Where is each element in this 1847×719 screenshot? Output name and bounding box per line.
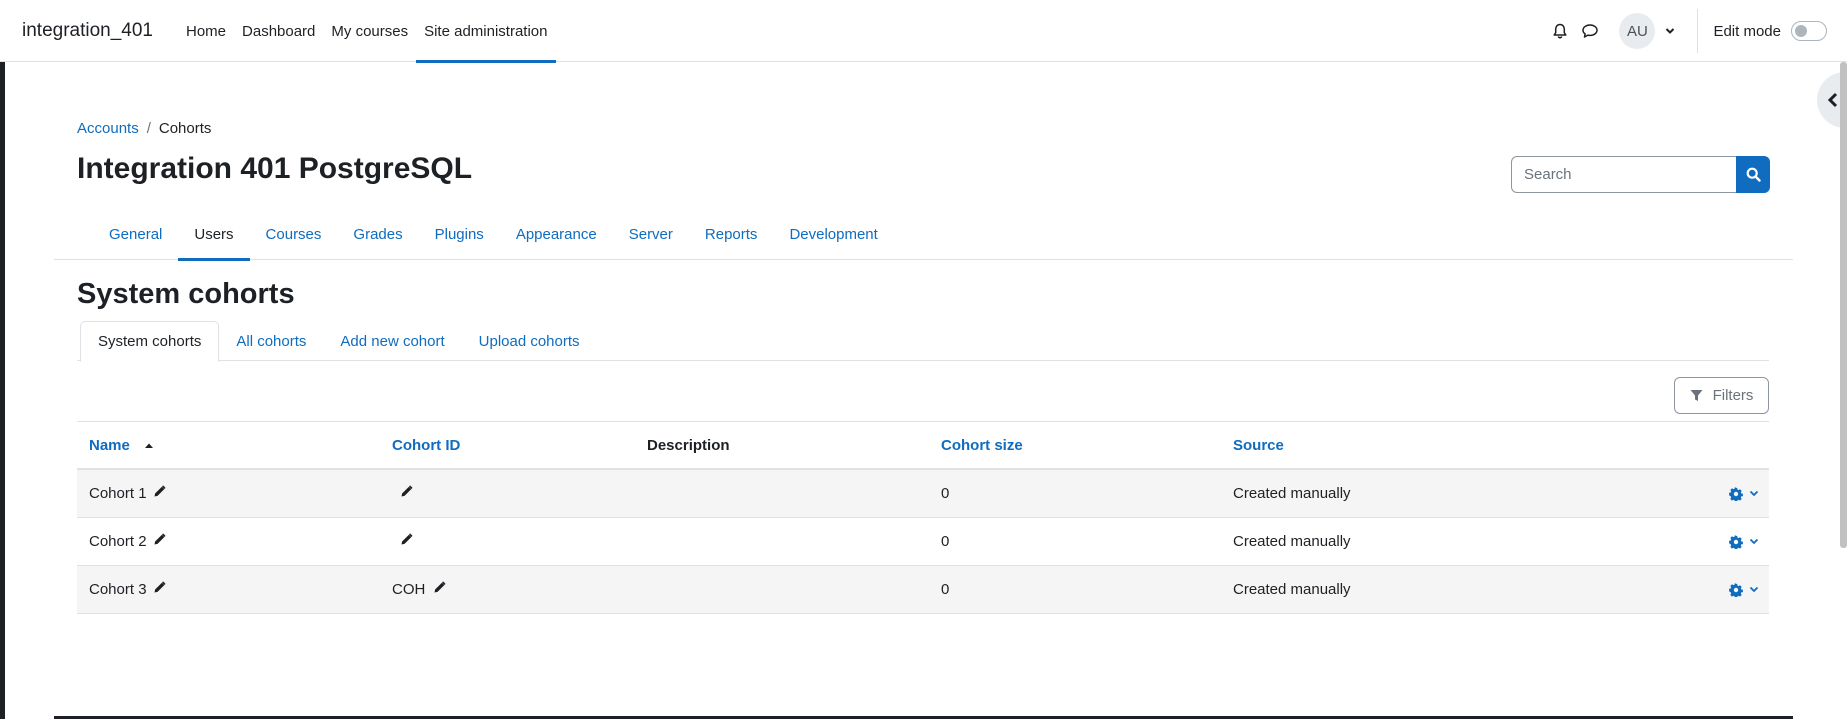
notifications-bell-icon[interactable] xyxy=(1545,16,1575,46)
chevron-down-icon xyxy=(1749,586,1759,593)
top-navbar: integration_401 Home Dashboard My course… xyxy=(0,0,1847,63)
column-header-cohort-size[interactable]: Cohort size xyxy=(929,437,1221,454)
search-icon xyxy=(1746,167,1761,182)
page-scrollbar[interactable] xyxy=(1840,62,1847,548)
table-row: Cohort 3 COH 0 Created manually xyxy=(77,566,1769,614)
sort-ascending-icon xyxy=(144,442,154,449)
edit-idnumber-pencil-icon[interactable] xyxy=(400,533,413,550)
gear-icon xyxy=(1729,582,1743,597)
tab-add-new-cohort[interactable]: Add new cohort xyxy=(323,321,461,361)
nav-dashboard[interactable]: Dashboard xyxy=(234,0,323,62)
tab-plugins[interactable]: Plugins xyxy=(419,208,500,260)
edit-name-pencil-icon[interactable] xyxy=(153,581,166,598)
tab-grades[interactable]: Grades xyxy=(337,208,418,260)
edit-idnumber-pencil-icon[interactable] xyxy=(433,581,446,598)
cell-source: Created manually xyxy=(1233,485,1351,502)
navbar-user-controls: AU Edit mode xyxy=(1545,0,1847,62)
tab-appearance[interactable]: Appearance xyxy=(500,208,613,260)
row-actions-menu[interactable] xyxy=(1581,582,1769,597)
messages-bubble-icon[interactable] xyxy=(1575,16,1605,46)
primary-navigation: Home Dashboard My courses Site administr… xyxy=(178,0,556,63)
cohort-name: Cohort 1 xyxy=(89,485,147,502)
search-submit-button[interactable] xyxy=(1736,156,1770,193)
tab-general[interactable]: General xyxy=(93,208,178,260)
toggle-knob xyxy=(1795,25,1807,37)
window-edge xyxy=(0,0,5,719)
chevron-down-icon xyxy=(1749,538,1759,545)
cell-name: Cohort 1 xyxy=(77,485,380,502)
nav-site-administration[interactable]: Site administration xyxy=(416,0,556,63)
chevron-left-icon xyxy=(1827,92,1838,108)
breadcrumb-separator: / xyxy=(146,120,151,137)
tab-development[interactable]: Development xyxy=(773,208,893,260)
filters-button[interactable]: Filters xyxy=(1674,377,1769,414)
cell-source: Created manually xyxy=(1233,533,1351,550)
cohort-tabs: System cohorts All cohorts Add new cohor… xyxy=(77,321,1769,362)
cell-cohort-id xyxy=(380,533,635,550)
navbar-divider xyxy=(1697,9,1699,53)
column-header-cohort-id[interactable]: Cohort ID xyxy=(380,437,635,454)
admin-search xyxy=(1511,156,1770,193)
cell-cohort-size: 0 xyxy=(941,485,950,502)
cell-source: Created manually xyxy=(1233,581,1351,598)
edit-idnumber-pencil-icon[interactable] xyxy=(400,485,413,502)
user-avatar[interactable]: AU xyxy=(1619,13,1656,49)
gear-icon xyxy=(1729,486,1743,501)
table-row: Cohort 1 0 Created manually xyxy=(77,470,1769,518)
cell-name: Cohort 2 xyxy=(77,533,380,550)
site-admin-secondary-nav: General Users Courses Grades Plugins App… xyxy=(54,208,1793,261)
tab-all-cohorts[interactable]: All cohorts xyxy=(219,321,323,361)
section-title: System cohorts xyxy=(77,278,295,310)
cell-cohort-size: 0 xyxy=(941,533,950,550)
row-actions-menu[interactable] xyxy=(1581,534,1769,549)
gear-icon xyxy=(1729,534,1743,549)
tab-reports[interactable]: Reports xyxy=(689,208,774,260)
cell-cohort-size: 0 xyxy=(941,581,950,598)
cell-cohort-id xyxy=(380,485,635,502)
edit-name-pencil-icon[interactable] xyxy=(153,533,166,550)
column-header-description: Description xyxy=(647,436,730,454)
site-brand[interactable]: integration_401 xyxy=(22,20,153,42)
breadcrumb: Accounts / Cohorts xyxy=(77,120,211,137)
cohorts-table: Name Cohort ID Description Cohort size S… xyxy=(77,421,1769,614)
cell-cohort-id: COH xyxy=(380,581,635,598)
filters-label: Filters xyxy=(1712,387,1754,404)
table-header: Name Cohort ID Description Cohort size S… xyxy=(77,421,1769,470)
edit-name-pencil-icon[interactable] xyxy=(153,485,166,502)
cell-name: Cohort 3 xyxy=(77,581,380,598)
cohort-id-value: COH xyxy=(392,581,426,598)
tab-system-cohorts[interactable]: System cohorts xyxy=(80,321,220,362)
column-header-source[interactable]: Source xyxy=(1221,437,1581,454)
breadcrumb-cohorts: Cohorts xyxy=(158,120,212,137)
table-row: Cohort 2 0 Created manually xyxy=(77,518,1769,566)
tab-server[interactable]: Server xyxy=(613,208,689,260)
breadcrumb-accounts[interactable]: Accounts xyxy=(77,120,139,137)
edit-mode-toggle[interactable] xyxy=(1791,21,1827,41)
chevron-down-icon xyxy=(1749,490,1759,497)
user-menu-chevron-down-icon[interactable] xyxy=(1659,27,1681,35)
cohort-name: Cohort 2 xyxy=(89,533,147,550)
column-header-name-label[interactable]: Name xyxy=(89,437,130,454)
page-title: Integration 401 PostgreSQL xyxy=(77,152,473,185)
nav-home[interactable]: Home xyxy=(178,0,234,62)
nav-my-courses[interactable]: My courses xyxy=(323,0,416,62)
tab-upload-cohorts[interactable]: Upload cohorts xyxy=(462,321,597,361)
edit-mode-label: Edit mode xyxy=(1713,22,1781,40)
row-actions-menu[interactable] xyxy=(1581,486,1769,501)
search-input[interactable] xyxy=(1511,156,1736,193)
cohort-name: Cohort 3 xyxy=(89,581,147,598)
filter-icon xyxy=(1690,390,1703,401)
tab-users[interactable]: Users xyxy=(178,208,250,261)
column-header-name[interactable]: Name xyxy=(77,437,380,454)
tab-courses[interactable]: Courses xyxy=(250,208,338,260)
